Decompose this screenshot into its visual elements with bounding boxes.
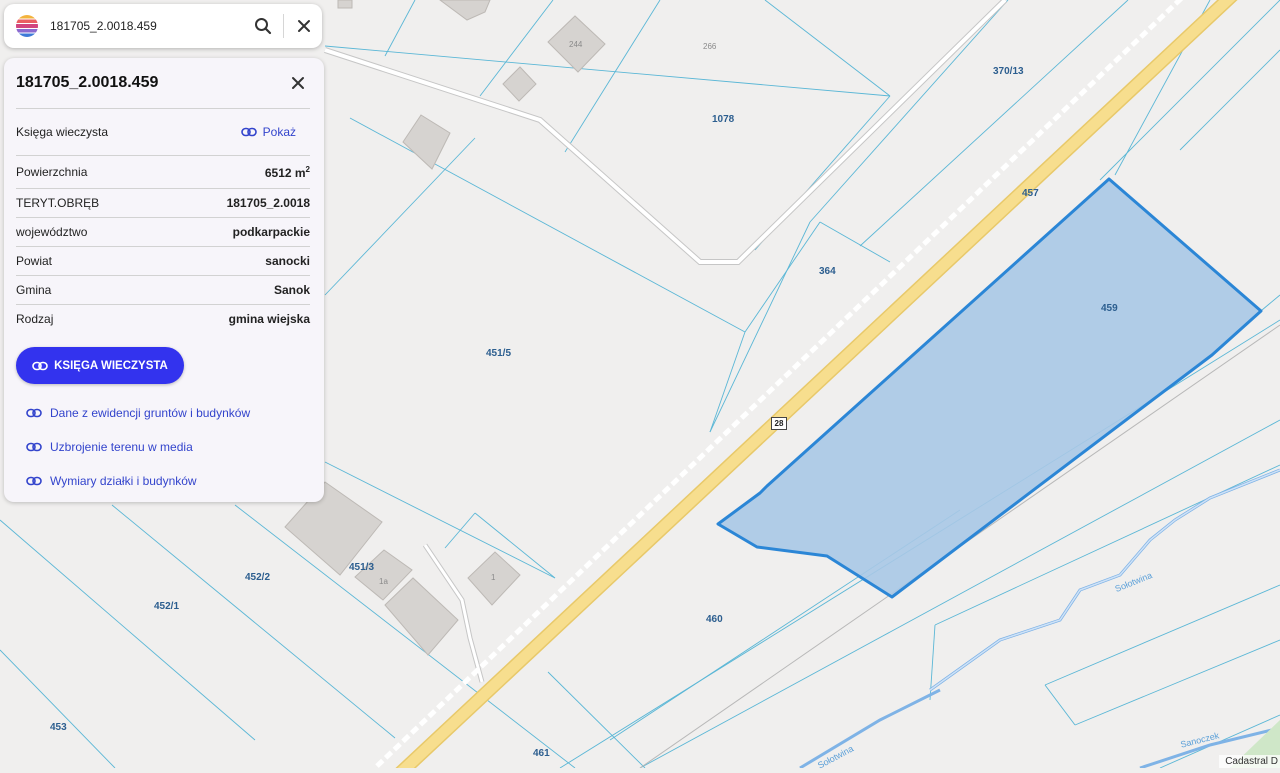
attribute-row-type: Rodzaj gmina wiejska bbox=[16, 305, 310, 333]
related-links: Dane z ewidencji gruntów i budynków Uzbr… bbox=[26, 396, 310, 498]
show-link-label: Pokaż bbox=[262, 125, 296, 139]
show-land-registry-link[interactable]: Pokaż bbox=[240, 125, 296, 139]
land-registry-label: Księga wieczysta bbox=[16, 125, 109, 139]
attribute-value: gmina wiejska bbox=[228, 312, 310, 326]
attribute-value: 6512 m2 bbox=[264, 164, 310, 180]
link-label: Wymiary działki i budynków bbox=[50, 474, 197, 488]
attribute-label: Gmina bbox=[16, 283, 52, 297]
attribute-value: 181705_2.0018 bbox=[226, 196, 310, 210]
panel-title: 181705_2.0018.459 bbox=[16, 74, 159, 91]
attribute-label: TERYT.OBRĘB bbox=[16, 196, 100, 210]
link-icon bbox=[240, 127, 257, 137]
parcel-label: 451/5 bbox=[486, 348, 512, 359]
link-label: Dane z ewidencji gruntów i budynków bbox=[50, 406, 251, 420]
parcel-label: 451/3 bbox=[349, 562, 375, 573]
attribute-row-area: Powierzchnia 6512 m2 bbox=[16, 156, 310, 189]
parcel-label: 457 bbox=[1022, 188, 1039, 199]
parcel-label: 459 bbox=[1101, 303, 1118, 314]
parcel-label: 460 bbox=[706, 614, 723, 625]
panel-header: 181705_2.0018.459 bbox=[16, 58, 310, 109]
link-utilities[interactable]: Uzbrojenie terenu w media bbox=[26, 430, 310, 464]
building-number: 1 bbox=[491, 573, 496, 582]
search-button[interactable] bbox=[245, 8, 281, 44]
parcel-attributes: Powierzchnia 6512 m2 TERYT.OBRĘB 181705_… bbox=[16, 156, 310, 333]
map-attribution: Cadastral D bbox=[1219, 755, 1280, 768]
parcel-label: 452/2 bbox=[245, 572, 271, 583]
app-logo[interactable] bbox=[16, 15, 38, 37]
parcel-label: 370/13 bbox=[993, 66, 1024, 77]
search-input[interactable]: 181705_2.0018.459 bbox=[50, 19, 245, 33]
link-label: Uzbrojenie terenu w media bbox=[50, 440, 193, 454]
parcel-label: 453 bbox=[50, 722, 67, 733]
attribute-value: podkarpackie bbox=[232, 225, 310, 239]
link-icon bbox=[32, 361, 48, 370]
close-icon bbox=[292, 77, 304, 89]
land-registry-button[interactable]: KSIĘGA WIECZYSTA bbox=[16, 347, 184, 384]
parcel-label: 461 bbox=[533, 748, 550, 759]
search-bar: 181705_2.0018.459 bbox=[4, 4, 322, 48]
attribute-label: województwo bbox=[16, 225, 88, 239]
parcel-label: 1078 bbox=[712, 114, 735, 125]
link-land-records[interactable]: Dane z ewidencji gruntów i budynków bbox=[26, 396, 310, 430]
attribute-row-voivodeship: województwo podkarpackie bbox=[16, 218, 310, 247]
link-icon bbox=[26, 408, 42, 418]
attribute-label: Rodzaj bbox=[16, 312, 54, 326]
divider bbox=[283, 14, 284, 38]
attribute-label: Powierzchnia bbox=[16, 165, 88, 179]
parcel-info-panel: 181705_2.0018.459 Księga wieczysta Pokaż… bbox=[4, 58, 324, 502]
land-registry-button-label: KSIĘGA WIECZYSTA bbox=[54, 359, 168, 372]
link-icon bbox=[26, 476, 42, 486]
search-icon bbox=[255, 18, 272, 35]
parcel-label: 452/1 bbox=[154, 601, 180, 612]
clear-search-button[interactable] bbox=[286, 8, 322, 44]
road-number-shield: 28 bbox=[771, 417, 787, 430]
parcel-label: 364 bbox=[819, 266, 836, 277]
attribute-row-teryt: TERYT.OBRĘB 181705_2.0018 bbox=[16, 189, 310, 218]
close-icon bbox=[298, 20, 310, 32]
attribute-value: Sanok bbox=[273, 283, 310, 297]
link-dimensions[interactable]: Wymiary działki i budynków bbox=[26, 464, 310, 498]
attribute-row-commune: Gmina Sanok bbox=[16, 276, 310, 305]
attribute-value: sanocki bbox=[265, 254, 310, 268]
building-number: 266 bbox=[703, 42, 717, 51]
attribute-label: Powiat bbox=[16, 254, 53, 268]
close-panel-button[interactable] bbox=[286, 71, 310, 95]
building-number: 1a bbox=[379, 577, 388, 586]
link-icon bbox=[26, 442, 42, 452]
land-registry-row: Księga wieczysta Pokaż bbox=[16, 109, 310, 156]
building-number: 244 bbox=[569, 40, 583, 49]
attribute-row-county: Powiat sanocki bbox=[16, 247, 310, 276]
